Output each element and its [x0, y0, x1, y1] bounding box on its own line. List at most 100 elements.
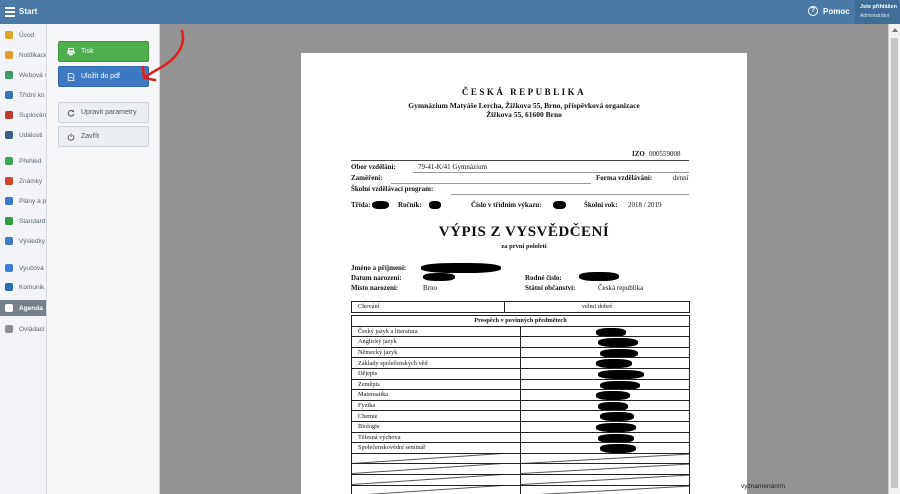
scroll-up-icon[interactable]: [892, 28, 898, 32]
sidebar-item[interactable]: Suplován: [0, 109, 46, 121]
print-preview[interactable]: ČESKÁ REPUBLIKA Gymnázium Matyáše Lercha…: [160, 24, 888, 494]
table-row: Zeměpis: [351, 378, 690, 391]
vykaz-label: Číslo v třídním výkazu:: [471, 201, 542, 209]
user-role: Administrátor: [860, 13, 890, 19]
sidebar-item-icon: [5, 71, 13, 79]
empty-row: [351, 452, 690, 465]
empty-cell: [520, 473, 690, 486]
menu-icon[interactable]: [5, 7, 15, 17]
top-bar: Start ? Pomoc Jste přihlášen Administrát…: [0, 0, 900, 24]
table-row: Biologie: [351, 420, 690, 433]
sidebar-item-icon: [5, 304, 13, 312]
empty-row: [351, 484, 690, 494]
grade-cell: [520, 357, 690, 369]
sidebar-item[interactable]: Třídní kn: [0, 89, 46, 101]
sidebar-item-label: Úvod: [19, 31, 35, 39]
redaction: [429, 201, 441, 209]
redaction: [600, 380, 640, 389]
sidebar-item[interactable]: Ovládací: [0, 323, 46, 335]
empty-cell: [520, 463, 690, 475]
field-line: [391, 183, 591, 184]
table-row: Společenskovědní seminář: [351, 442, 690, 454]
sidebar-item[interactable]: Standard: [0, 215, 46, 227]
table-row: Matematika: [351, 389, 690, 401]
sidebar-item-icon: [5, 264, 13, 272]
strike-line: [352, 485, 506, 494]
scroll-thumb[interactable]: [891, 38, 898, 488]
save-pdf-button[interactable]: Uložit do pdf: [58, 66, 149, 87]
grade-cell: [520, 442, 690, 454]
sidebar-item-label: Webová s: [19, 71, 47, 79]
edit-params-button[interactable]: Upravit parametry: [58, 102, 149, 123]
table-row: Německý jazyk: [351, 346, 690, 359]
subject-name: Český jazyk a literatura: [351, 325, 521, 338]
table-row: Fyzika: [351, 399, 690, 412]
obcanstvi-label: Státní občanství:: [525, 284, 576, 292]
sidebar-item[interactable]: Výsledky: [0, 235, 46, 247]
redaction: [598, 338, 638, 347]
sidebar-item-label: Agenda: [19, 304, 43, 312]
annotation-arrow-icon: [141, 29, 185, 82]
sidebar-item[interactable]: Známky: [0, 175, 46, 187]
sidebar-item-icon: [5, 325, 13, 333]
redaction: [423, 273, 455, 281]
field-line: [451, 194, 689, 195]
close-button[interactable]: Zavřít: [58, 126, 149, 147]
datum-label: Datum narození:: [351, 274, 402, 282]
print-button[interactable]: Tisk: [58, 41, 149, 62]
strike-line: [352, 464, 506, 474]
sidebar-item-icon: [5, 217, 13, 225]
user-box[interactable]: Jste přihlášen Administrátor: [855, 0, 900, 24]
sidebar-item[interactable]: Úvod: [0, 29, 46, 41]
sidebar-item-label: Ovládací: [19, 325, 45, 333]
subject-name: Dějepis: [351, 367, 521, 380]
grade-cell: [520, 431, 690, 444]
help-link[interactable]: ? Pomoc: [808, 6, 850, 16]
table-row: Český jazyk a literatura: [351, 325, 690, 338]
grade-cell: [520, 399, 690, 412]
print-label: Tisk: [81, 48, 94, 55]
behaviour-table: Chování velmi dobré: [351, 301, 690, 313]
sidebar-item[interactable]: Notifikace: [0, 49, 46, 61]
redaction: [372, 201, 389, 209]
sidebar-item[interactable]: Události: [0, 129, 46, 141]
school-name: Gymnázium Matyáše Lercha, Žižkova 55, Br…: [408, 101, 640, 110]
help-icon: ?: [808, 6, 818, 16]
subject-name: Matematika: [351, 389, 521, 401]
field-line: [413, 172, 689, 173]
redaction: [600, 348, 638, 357]
sidebar-item[interactable]: Komunik: [0, 281, 46, 293]
sidebar-item[interactable]: Plány a p: [0, 195, 46, 207]
sidebar-item-icon: [5, 237, 13, 245]
misto-label: Místo narození:: [351, 284, 399, 292]
jmeno-label: Jméno a příjmení:: [351, 264, 407, 272]
document-title: VÝPIS Z VYSVĚDČENÍ: [438, 224, 610, 240]
obor-label: Obor vzdělání:: [351, 163, 396, 171]
obcanstvi-value: Česká republika: [598, 284, 644, 292]
file-pdf-icon: [67, 72, 75, 81]
vertical-scrollbar[interactable]: [888, 24, 900, 494]
sidebar-item-icon: [5, 31, 13, 39]
school-address: Žižkova 55, 61600 Brno: [486, 110, 562, 119]
redaction: [598, 433, 634, 442]
grade-cell: [520, 336, 690, 348]
table-row: Dějepis: [351, 367, 690, 380]
sidebar-item-icon: [5, 111, 13, 119]
prospech-header: Prospěch v povinných předmětech: [351, 315, 690, 327]
empty-row: [351, 463, 690, 475]
grade-cell: [520, 346, 690, 359]
sidebar-item[interactable]: Webová s: [0, 69, 47, 81]
misto-value: Brno: [423, 284, 437, 292]
table-row: Chování velmi dobré: [351, 301, 690, 313]
table-header-row: Prospěch v povinných předmětech: [351, 315, 690, 327]
sidebar-item[interactable]: Vyučová: [0, 262, 46, 274]
sidebar-item-label: Výsledky: [19, 237, 46, 245]
refresh-icon: [67, 109, 75, 117]
sidebar-item[interactable]: Přehled: [0, 155, 46, 167]
table-row: Chemie: [351, 410, 690, 422]
table-row: Anglický jazyk: [351, 336, 690, 348]
app-title[interactable]: Start: [19, 7, 37, 16]
sidebar-item[interactable]: Agenda: [0, 300, 46, 316]
subject-name: Základy společenských věd: [351, 357, 521, 369]
trida-label: Třída:: [351, 201, 371, 209]
